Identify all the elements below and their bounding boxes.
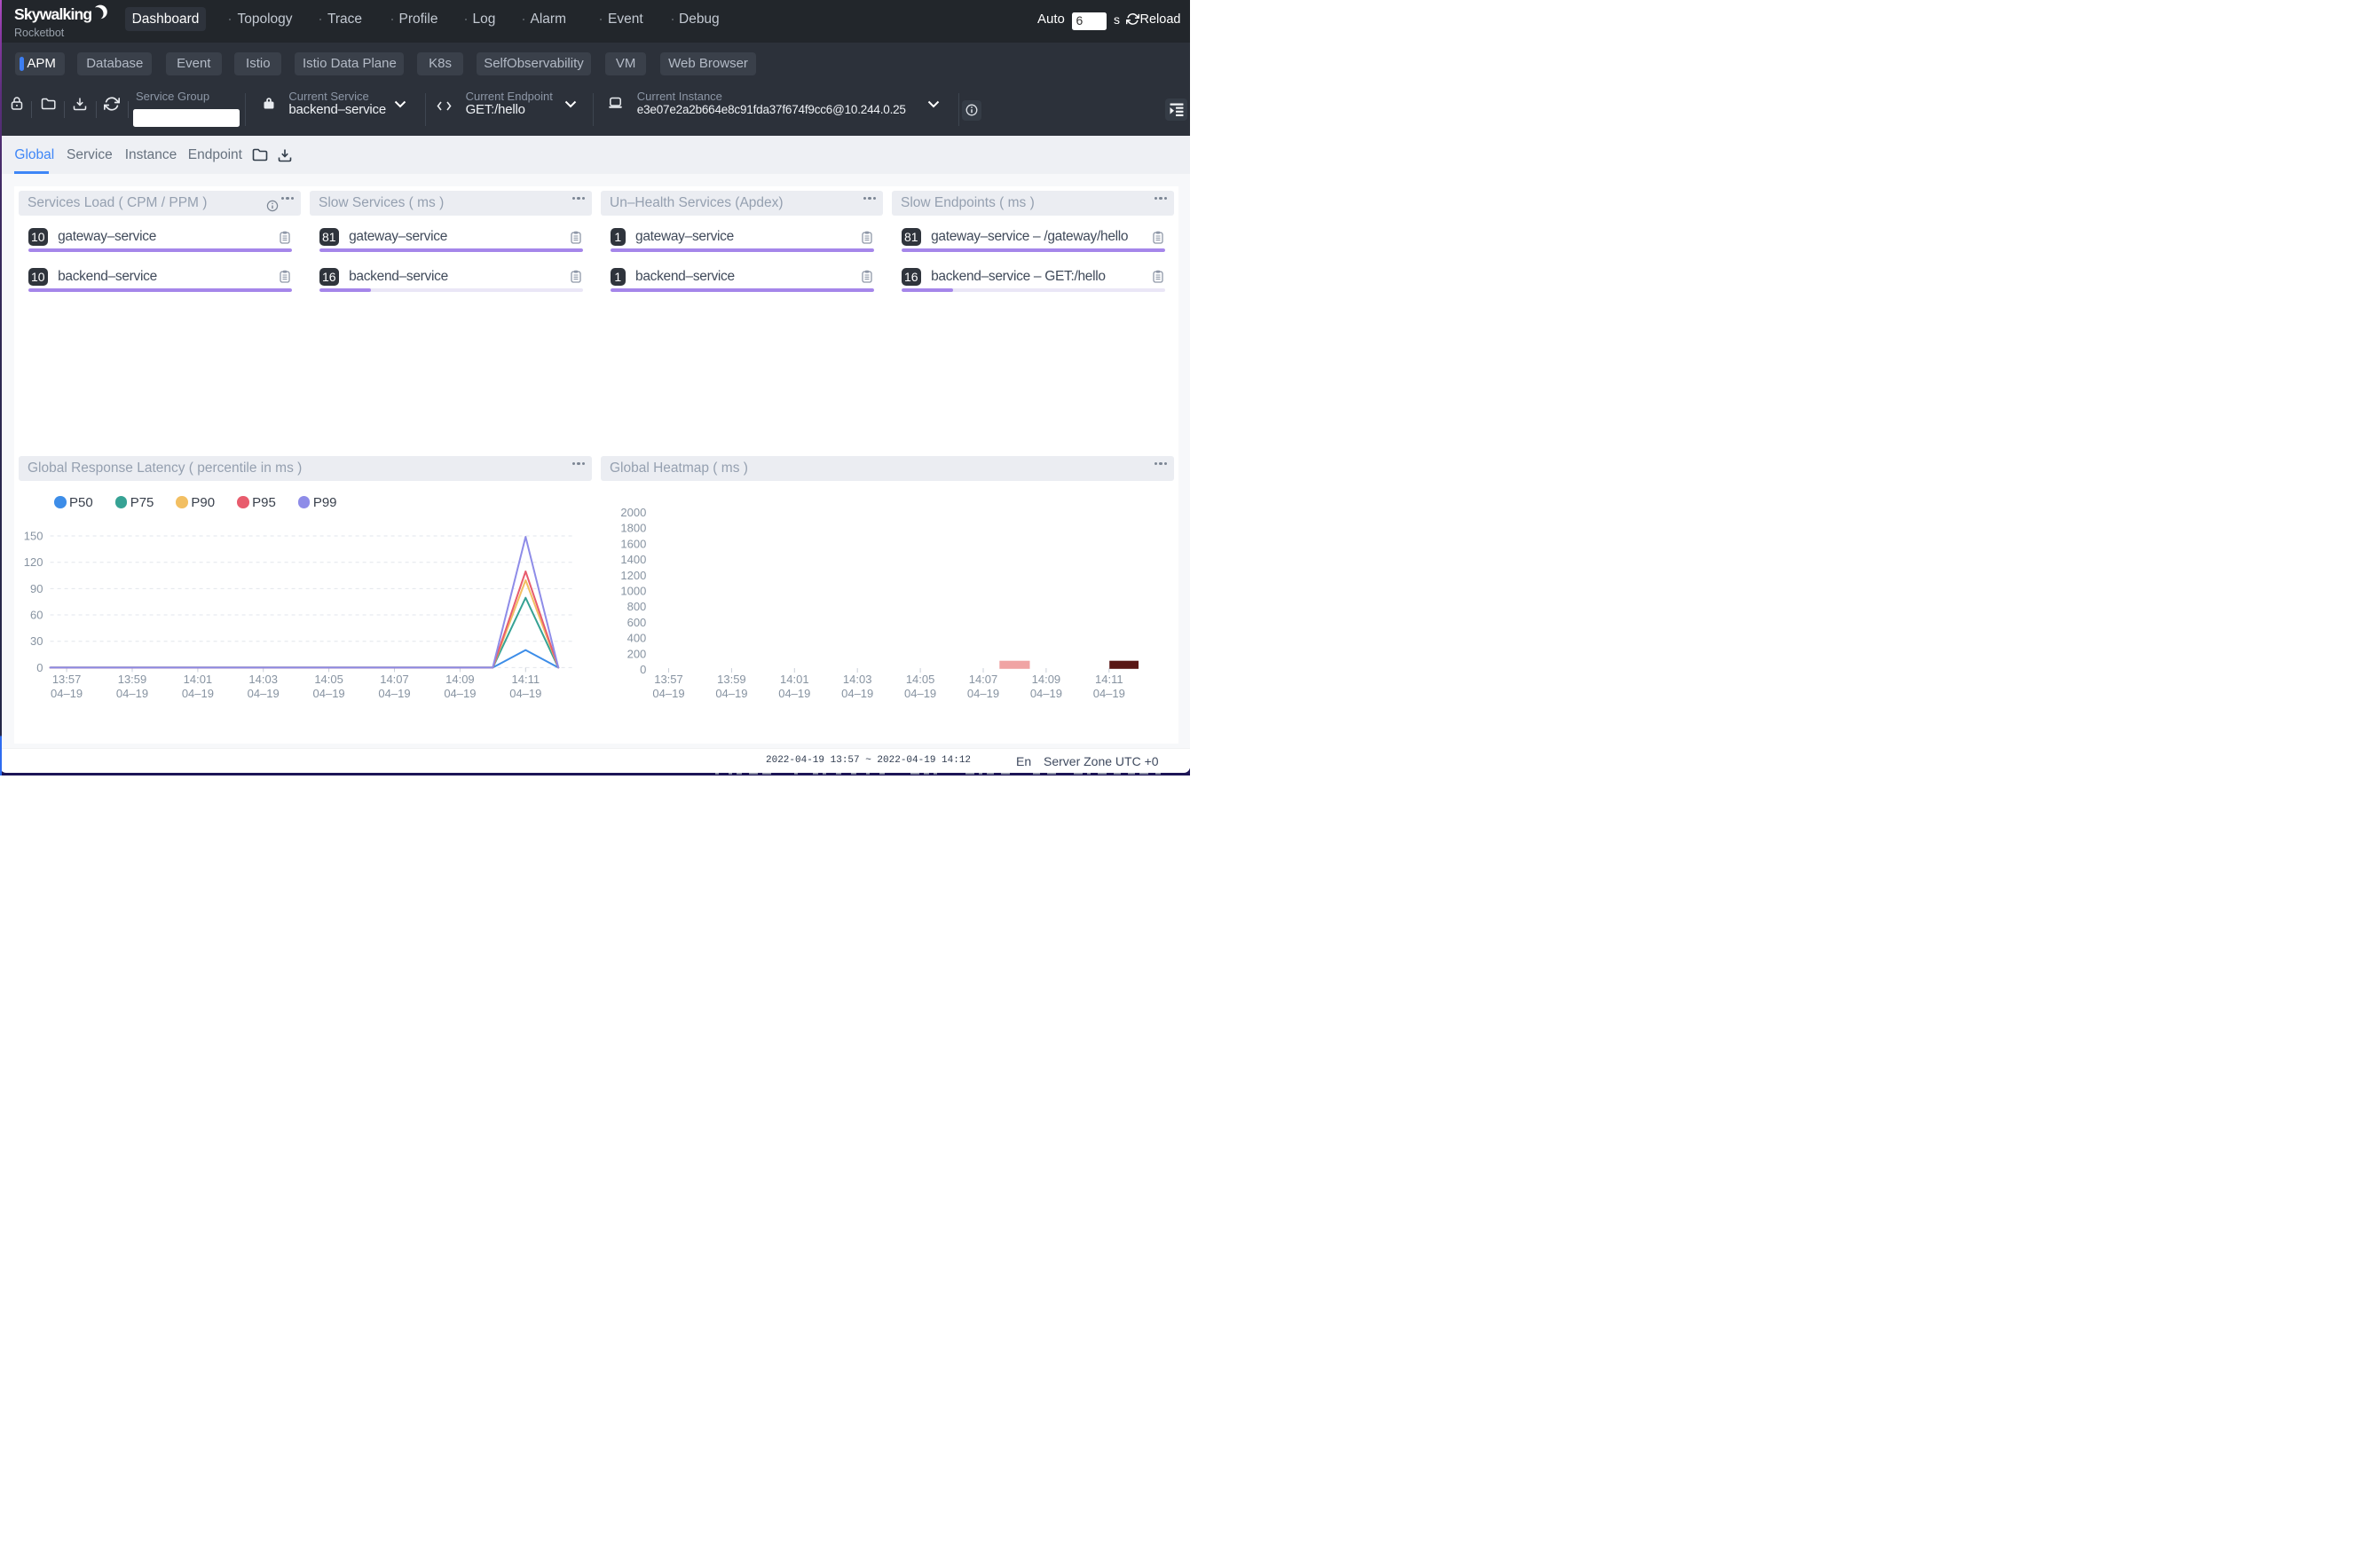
svg-text:04–19: 04–19: [378, 687, 410, 700]
svg-text:04–19: 04–19: [248, 687, 280, 700]
svg-text:14:05: 14:05: [906, 673, 935, 686]
svg-text:150: 150: [24, 530, 43, 543]
svg-text:14:01: 14:01: [780, 673, 809, 686]
svg-text:14:03: 14:03: [248, 673, 278, 686]
svg-text:04–19: 04–19: [509, 687, 541, 700]
svg-text:1200: 1200: [620, 569, 646, 582]
svg-text:60: 60: [30, 609, 43, 622]
svg-text:1800: 1800: [620, 522, 646, 535]
svg-text:13:59: 13:59: [717, 673, 746, 686]
svg-text:04–19: 04–19: [778, 687, 810, 700]
svg-text:04–19: 04–19: [313, 687, 345, 700]
svg-text:600: 600: [627, 616, 647, 629]
svg-text:14:07: 14:07: [969, 673, 998, 686]
svg-text:13:57: 13:57: [52, 673, 82, 686]
svg-text:0: 0: [640, 663, 646, 676]
svg-text:14:03: 14:03: [843, 673, 872, 686]
svg-text:90: 90: [30, 582, 43, 595]
svg-text:1600: 1600: [620, 537, 646, 550]
svg-text:14:11: 14:11: [512, 673, 540, 686]
svg-text:04–19: 04–19: [1030, 687, 1062, 700]
svg-text:04–19: 04–19: [967, 687, 999, 700]
svg-text:14:01: 14:01: [184, 673, 213, 686]
svg-text:0: 0: [36, 661, 43, 674]
svg-text:04–19: 04–19: [1093, 687, 1125, 700]
svg-text:04–19: 04–19: [715, 687, 747, 700]
svg-text:400: 400: [627, 632, 647, 645]
svg-text:14:07: 14:07: [380, 673, 409, 686]
svg-text:120: 120: [24, 555, 43, 569]
svg-text:04–19: 04–19: [841, 687, 873, 700]
svg-text:14:11: 14:11: [1095, 673, 1123, 686]
svg-text:04–19: 04–19: [904, 687, 936, 700]
svg-text:2000: 2000: [620, 506, 646, 519]
svg-text:14:05: 14:05: [314, 673, 343, 686]
svg-text:14:09: 14:09: [1032, 673, 1061, 686]
svg-text:800: 800: [627, 600, 647, 613]
svg-text:1000: 1000: [620, 585, 646, 598]
svg-text:30: 30: [30, 634, 43, 648]
svg-text:04–19: 04–19: [652, 687, 684, 700]
svg-text:04–19: 04–19: [51, 687, 83, 700]
svg-text:1400: 1400: [620, 553, 646, 566]
svg-text:04–19: 04–19: [182, 687, 214, 700]
svg-text:04–19: 04–19: [444, 687, 476, 700]
svg-text:14:09: 14:09: [445, 673, 475, 686]
svg-text:04–19: 04–19: [116, 687, 148, 700]
svg-text:200: 200: [627, 647, 647, 660]
svg-text:13:57: 13:57: [654, 673, 683, 686]
svg-text:13:59: 13:59: [118, 673, 147, 686]
